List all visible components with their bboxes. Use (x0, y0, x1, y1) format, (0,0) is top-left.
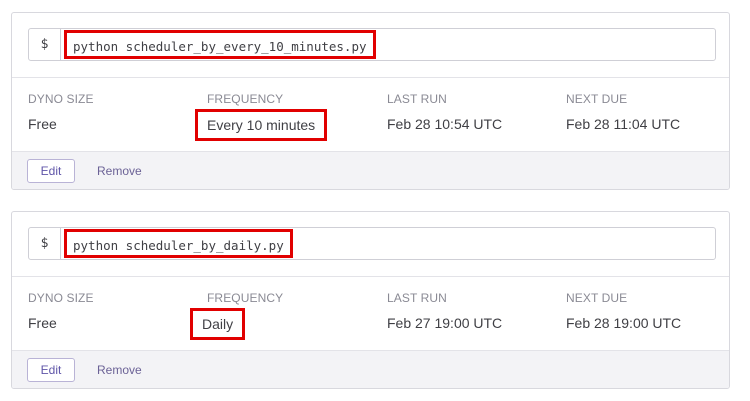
command-text[interactable]: python scheduler_by_every_10_minutes.py (64, 30, 376, 59)
remove-link[interactable]: Remove (97, 358, 142, 382)
job-actions: Edit Remove (12, 151, 729, 189)
command-section: $ python scheduler_by_every_10_minutes.p… (12, 13, 729, 78)
last-run-label: LAST RUN (387, 92, 447, 106)
shell-prompt: $ (29, 228, 61, 259)
command-input[interactable]: $ python scheduler_by_daily.py (28, 227, 716, 260)
shell-prompt: $ (29, 29, 61, 60)
edit-button[interactable]: Edit (27, 358, 75, 382)
next-due-label: NEXT DUE (566, 92, 628, 106)
next-due-value: Feb 28 19:00 UTC (566, 315, 682, 331)
dyno-size-value: Free (28, 116, 57, 132)
dyno-size-label: DYNO SIZE (28, 92, 94, 106)
remove-link[interactable]: Remove (97, 159, 142, 183)
frequency-label: FREQUENCY (207, 92, 284, 106)
dyno-size-label: DYNO SIZE (28, 291, 94, 305)
command-input[interactable]: $ python scheduler_by_every_10_minutes.p… (28, 28, 716, 61)
frequency-label: FREQUENCY (207, 291, 284, 305)
job-details: DYNO SIZE Free FREQUENCY Daily LAST RUN … (12, 277, 729, 350)
last-run-value: Feb 28 10:54 UTC (387, 116, 503, 132)
command-section: $ python scheduler_by_daily.py (12, 212, 729, 277)
job-details: DYNO SIZE Free FREQUENCY Every 10 minute… (12, 78, 729, 151)
last-run-label: LAST RUN (387, 291, 447, 305)
edit-button[interactable]: Edit (27, 159, 75, 183)
dyno-size-value: Free (28, 315, 57, 331)
next-due-label: NEXT DUE (566, 291, 628, 305)
scheduler-job-card: $ python scheduler_by_daily.py DYNO SIZE… (11, 211, 730, 389)
frequency-value: Every 10 minutes (195, 109, 328, 141)
frequency-value: Daily (190, 308, 246, 340)
command-text[interactable]: python scheduler_by_daily.py (64, 229, 293, 258)
job-actions: Edit Remove (12, 350, 729, 388)
last-run-value: Feb 27 19:00 UTC (387, 315, 503, 331)
next-due-value: Feb 28 11:04 UTC (566, 116, 681, 132)
scheduler-job-card: $ python scheduler_by_every_10_minutes.p… (11, 12, 730, 190)
